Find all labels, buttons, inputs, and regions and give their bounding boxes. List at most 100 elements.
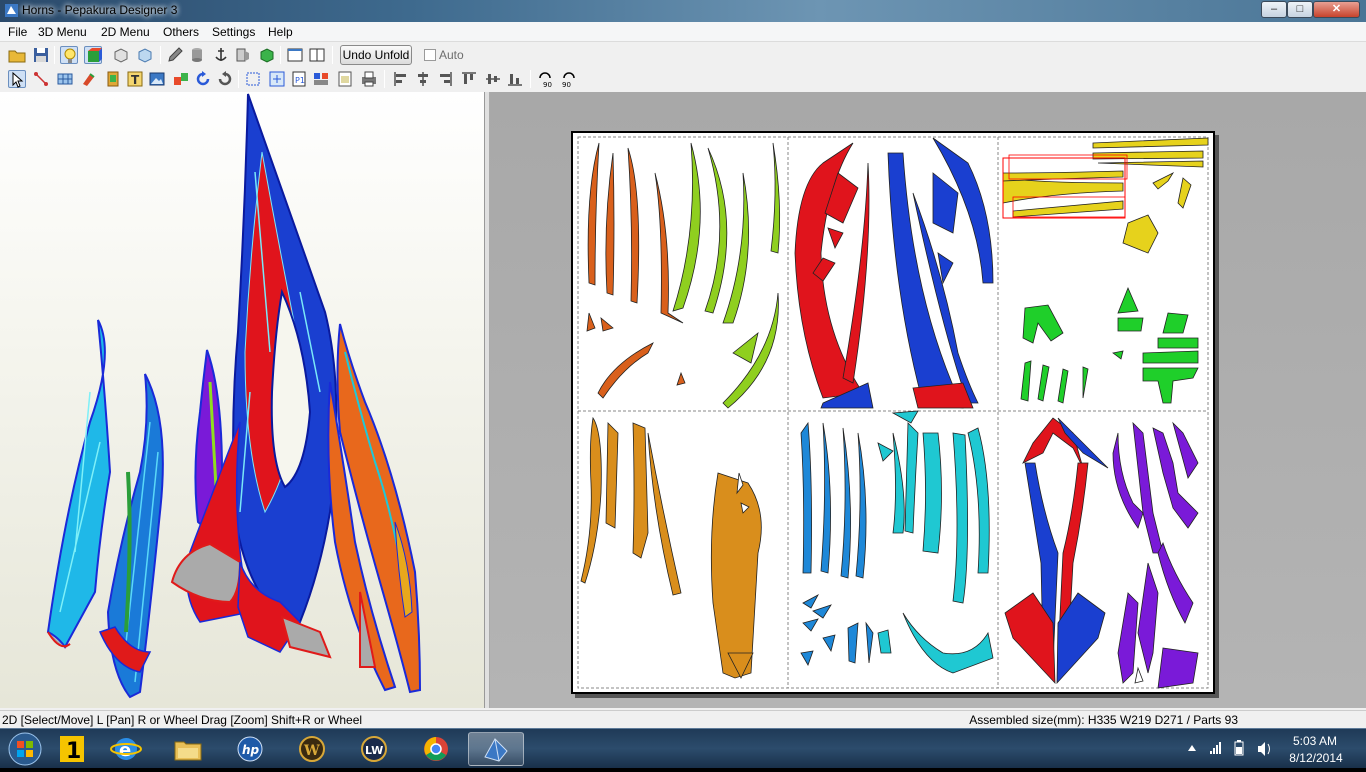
volume-icon (1258, 742, 1270, 756)
light-bulb-icon[interactable] (60, 46, 78, 64)
fit-icon[interactable] (244, 70, 262, 88)
clock-time[interactable]: 5:03 AM (1290, 734, 1340, 748)
pepakura-app-icon (5, 4, 18, 17)
join-parts-icon[interactable] (172, 70, 190, 88)
save-icon[interactable] (32, 46, 50, 64)
main-toolbar: Undo Unfold Auto (0, 43, 1366, 67)
align-right-icon[interactable] (436, 70, 454, 88)
separator (238, 70, 239, 88)
align-middle-icon[interactable] (484, 70, 502, 88)
page-setup-icon[interactable] (336, 70, 354, 88)
taskbar-internet-explorer[interactable]: e (98, 732, 154, 766)
print-icon[interactable] (360, 70, 378, 88)
single-view-icon[interactable] (286, 46, 304, 64)
application-window: Horns - Pepakura Designer 3 – □ ✕ File 3… (0, 0, 1366, 728)
taskbar-pepakura[interactable] (468, 732, 524, 766)
svg-text:T: T (131, 73, 140, 87)
menu-2d[interactable]: 2D Menu (101, 25, 150, 39)
page-one-icon[interactable]: P1 (290, 70, 308, 88)
taskbar-hp[interactable]: hp (222, 732, 278, 766)
3d-model-view[interactable] (0, 92, 485, 708)
separator (384, 70, 385, 88)
grid-icon[interactable] (56, 70, 74, 88)
2d-pattern-view[interactable] (490, 92, 1366, 708)
taskbar-file-explorer[interactable] (160, 732, 216, 766)
select-arrow-icon[interactable] (8, 70, 26, 88)
node-select-icon[interactable] (32, 70, 50, 88)
clock-date[interactable]: 8/12/2014 (1286, 751, 1346, 765)
svg-text:90: 90 (543, 81, 552, 88)
menu-3d[interactable]: 3D Menu (38, 25, 87, 39)
battery-icon (1234, 740, 1244, 756)
paper-sheet (571, 131, 1215, 694)
auto-checkbox[interactable] (424, 49, 436, 61)
align-bottom-icon[interactable] (506, 70, 524, 88)
svg-text:1: 1 (66, 739, 81, 764)
rotate-right-icon[interactable] (216, 70, 234, 88)
norton-one-icon: 1 (60, 736, 84, 764)
close-button[interactable]: ✕ (1313, 1, 1360, 18)
unfolded-parts (577, 136, 1209, 689)
svg-text:LW: LW (365, 744, 383, 757)
rotate-left-icon[interactable] (194, 70, 212, 88)
paper-cube-icon[interactable] (136, 46, 154, 64)
separator (280, 46, 281, 64)
align-top-icon[interactable] (460, 70, 478, 88)
network-signal-icon (1210, 742, 1221, 754)
svg-text:90: 90 (562, 81, 571, 88)
rotate-90-ccw-icon[interactable]: 90 (536, 70, 554, 88)
separator (54, 46, 55, 64)
windows-orb-icon (8, 732, 42, 766)
flap-icon[interactable] (234, 46, 252, 64)
align-left-icon[interactable] (392, 70, 410, 88)
taskbar-lw[interactable]: LW (346, 732, 402, 766)
svg-text:P1: P1 (295, 76, 305, 85)
svg-text:W: W (303, 743, 320, 759)
colored-cube-icon[interactable] (84, 46, 102, 64)
image-icon[interactable] (148, 70, 166, 88)
menu-bar: File 3D Menu 2D Menu Others Settings Hel… (0, 22, 1366, 42)
texture-icon[interactable] (104, 70, 122, 88)
arrange-icon[interactable] (312, 70, 330, 88)
paint-icon[interactable] (80, 70, 98, 88)
text-tool-icon[interactable]: T (126, 70, 144, 88)
menu-help[interactable]: Help (268, 25, 293, 39)
undo-unfold-button[interactable]: Undo Unfold (340, 45, 412, 65)
tray-icons (1188, 740, 1270, 756)
window-title: Horns - Pepakura Designer 3 (22, 3, 178, 17)
zoom-fit-icon[interactable] (268, 70, 286, 88)
edit-pencil-icon[interactable] (166, 46, 184, 64)
auto-label: Auto (439, 48, 464, 62)
menu-others[interactable]: Others (163, 25, 199, 39)
wire-cube-icon[interactable] (112, 46, 130, 64)
anchor-icon[interactable] (212, 46, 230, 64)
separator (530, 70, 531, 88)
wow-icon: W (299, 736, 325, 762)
start-button[interactable] (4, 731, 46, 767)
status-assembled-size: Assembled size(mm): H335 W219 D271 / Par… (969, 713, 1238, 727)
maximize-button[interactable]: □ (1287, 1, 1313, 18)
menu-settings[interactable]: Settings (212, 25, 255, 39)
folder-icon (174, 741, 202, 761)
hp-icon: hp (237, 736, 263, 762)
taskbar-chrome[interactable] (408, 732, 464, 766)
taskbar-norton-one[interactable]: 1 (44, 732, 100, 766)
show-hidden-icons-icon (1188, 745, 1196, 751)
title-bar[interactable]: Horns - Pepakura Designer 3 – □ ✕ (0, 0, 1366, 22)
separator (160, 46, 161, 64)
svg-text:hp: hp (242, 743, 260, 757)
separator (332, 46, 333, 64)
pepakura-icon (484, 738, 508, 762)
green-shape-icon[interactable] (258, 46, 276, 64)
edit-toolbar: T P1 90 90 (0, 67, 1366, 91)
taskbar-wow[interactable]: W (284, 732, 340, 766)
internet-explorer-icon: e (110, 738, 142, 761)
split-view-icon[interactable] (308, 46, 326, 64)
chrome-icon (424, 737, 448, 761)
minimize-button[interactable]: – (1261, 1, 1287, 18)
open-folder-icon[interactable] (8, 46, 26, 64)
cylinder-icon[interactable] (188, 46, 206, 64)
menu-file[interactable]: File (8, 25, 27, 39)
rotate-90-cw-icon[interactable]: 90 (560, 70, 578, 88)
align-center-icon[interactable] (414, 70, 432, 88)
